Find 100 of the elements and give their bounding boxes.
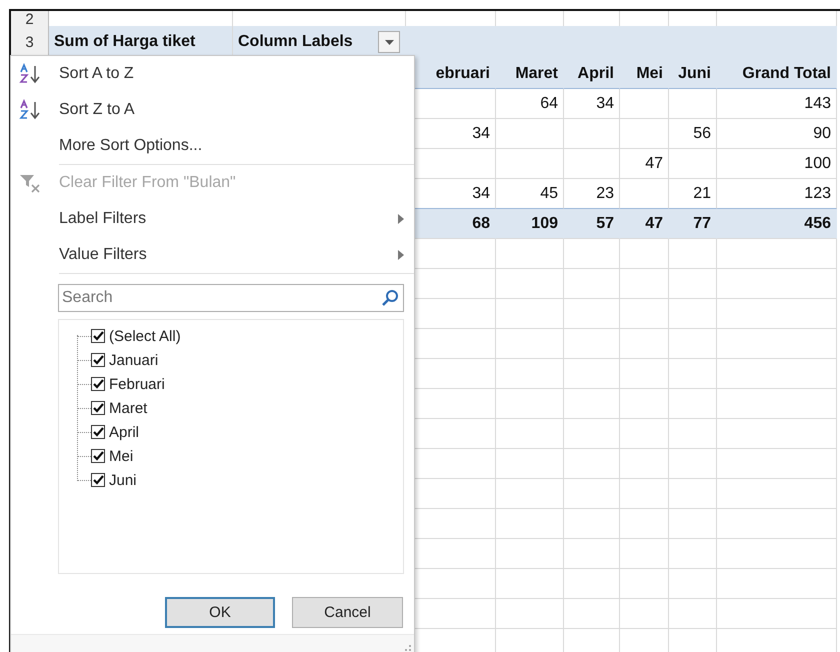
table-cell	[669, 569, 717, 599]
table-cell	[564, 539, 620, 569]
table-cell	[620, 449, 669, 479]
table-cell	[620, 569, 669, 599]
table-cell: April	[564, 59, 620, 89]
table-cell: 456	[717, 209, 837, 239]
table-cell	[669, 419, 717, 449]
table-cell	[564, 509, 620, 539]
submenu-arrow-icon	[398, 250, 404, 260]
table-cell	[496, 149, 564, 179]
table-cell	[620, 539, 669, 569]
table-cell	[564, 389, 620, 419]
table-cell	[496, 419, 564, 449]
table-cell	[496, 239, 564, 269]
table-cell	[564, 359, 620, 389]
table-cell	[620, 389, 669, 419]
table-cell	[496, 599, 564, 629]
cancel-button[interactable]: Cancel	[292, 597, 403, 628]
table-cell	[496, 539, 564, 569]
table-cell	[620, 359, 669, 389]
table-cell: 34	[564, 89, 620, 119]
table-cell	[669, 239, 717, 269]
table-cell: 77	[669, 209, 717, 239]
table-cell: 23	[564, 179, 620, 209]
table-cell	[620, 419, 669, 449]
table-cell	[496, 449, 564, 479]
search-icon	[381, 289, 399, 307]
table-cell: 47	[620, 209, 669, 239]
checkbox[interactable]	[91, 377, 105, 391]
option-label[interactable]: Januari	[109, 352, 158, 368]
table-cell	[669, 299, 717, 329]
table-cell	[496, 329, 564, 359]
option-label[interactable]: (Select All)	[109, 328, 181, 344]
checkbox[interactable]	[91, 449, 105, 463]
ok-button[interactable]: OK	[165, 597, 275, 628]
resize-grip-icon	[404, 644, 412, 652]
table-cell: 109	[496, 209, 564, 239]
option-label[interactable]: Februari	[109, 376, 165, 392]
table-cell	[620, 89, 669, 119]
table-cell	[669, 599, 717, 629]
table-cell	[564, 599, 620, 629]
checkbox[interactable]	[91, 329, 105, 343]
table-cell	[620, 239, 669, 269]
menu-item[interactable]: More Sort Options...	[59, 137, 202, 155]
table-cell	[620, 179, 669, 209]
table-cell	[669, 479, 717, 509]
dropdown-button[interactable]	[378, 31, 400, 53]
table-cell	[496, 119, 564, 149]
table-cell	[496, 299, 564, 329]
table-cell: Mei	[620, 59, 669, 89]
table-cell	[669, 539, 717, 569]
table-cell	[669, 269, 717, 299]
table-cell: 64	[496, 89, 564, 119]
table-cell	[669, 89, 717, 119]
table-cell	[564, 299, 620, 329]
table-cell	[564, 449, 620, 479]
table-cell	[496, 389, 564, 419]
table-cell	[496, 269, 564, 299]
table-cell	[496, 479, 564, 509]
checkbox[interactable]	[91, 401, 105, 415]
table-cell	[496, 359, 564, 389]
menu-item[interactable]: Label Filters	[59, 210, 146, 228]
option-label[interactable]: April	[109, 424, 140, 440]
table-cell	[669, 149, 717, 179]
option-label[interactable]: Maret	[109, 400, 148, 416]
table-cell	[620, 119, 669, 149]
table-cell	[669, 389, 717, 419]
menu-item: Clear Filter From "Bulan"	[59, 174, 236, 192]
option-label[interactable]: Juni	[109, 472, 137, 488]
table-cell	[564, 269, 620, 299]
table-cell: Maret	[496, 59, 564, 89]
table-cell	[620, 479, 669, 509]
table-cell	[564, 119, 620, 149]
table-cell: 57	[564, 209, 620, 239]
menu-item[interactable]: Sort A to Z	[59, 65, 134, 83]
table-cell: 90	[717, 119, 837, 149]
menu-item[interactable]: Sort Z to A	[59, 101, 135, 119]
checkbox[interactable]	[91, 353, 105, 367]
table-cell	[669, 509, 717, 539]
menu-item[interactable]: Value Filters	[59, 246, 147, 264]
table-cell: 56	[669, 119, 717, 149]
table-cell	[620, 599, 669, 629]
checkbox[interactable]	[91, 473, 105, 487]
table-cell	[564, 419, 620, 449]
submenu-arrow-icon	[398, 214, 404, 224]
caret-icon	[384, 40, 394, 44]
table-cell	[620, 329, 669, 359]
table-cell	[564, 149, 620, 179]
search-field[interactable]: Search	[58, 284, 404, 312]
table-cell: 21	[669, 179, 717, 209]
table-cell: 47	[620, 149, 669, 179]
option-label[interactable]: Mei	[109, 448, 134, 464]
table-cell	[564, 329, 620, 359]
table-cell	[564, 569, 620, 599]
table-cell: 100	[717, 149, 837, 179]
table-cell: 123	[717, 179, 837, 209]
table-cell	[564, 239, 620, 269]
table-cell	[620, 269, 669, 299]
table-cell	[496, 509, 564, 539]
checkbox[interactable]	[91, 425, 105, 439]
